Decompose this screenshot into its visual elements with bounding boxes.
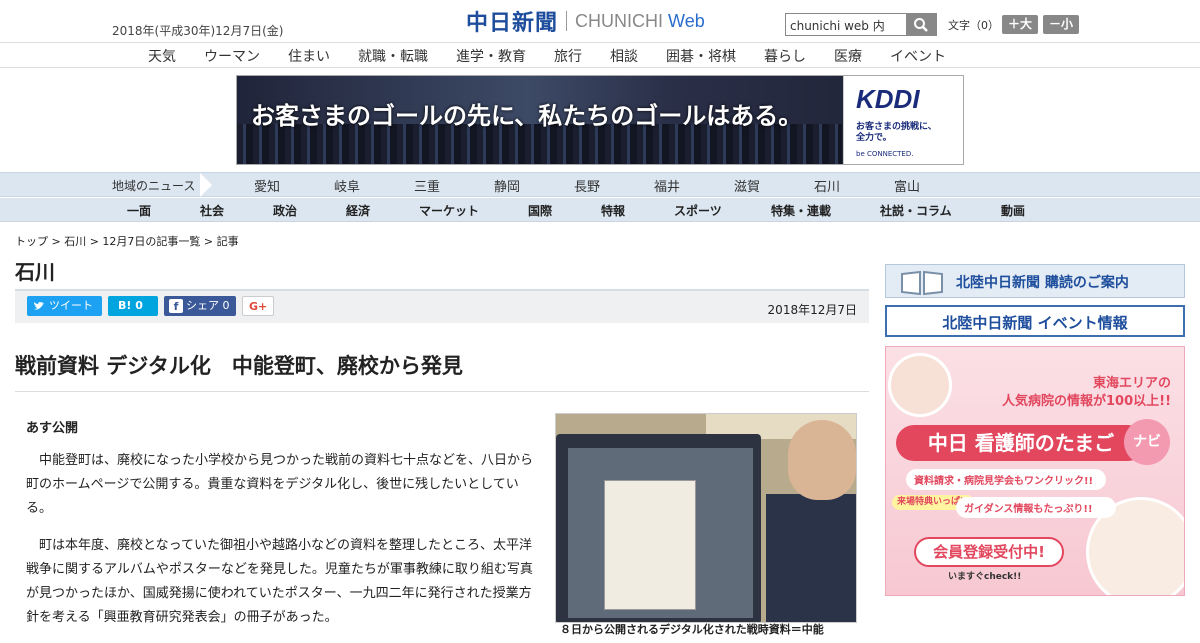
logo-divider — [566, 11, 568, 31]
ad-message: お客さまのゴールの先に、私たちのゴールはある。 — [251, 102, 803, 130]
region-item[interactable]: 長野 — [574, 176, 600, 195]
top-nav: 天気 ウーマン 住まい 就職・転職 進学・教育 旅行 相談 囲碁・将棋 暮らし … — [0, 42, 1200, 68]
nav-item[interactable]: 囲碁・将棋 — [666, 46, 736, 66]
search-input[interactable]: chunichi web 内 — [786, 14, 906, 35]
font-size-label: 文字（0） — [948, 19, 999, 32]
logo-jp: 中日新聞 — [466, 11, 559, 36]
twitter-icon — [34, 302, 44, 310]
events-banner[interactable]: 北陸中日新聞 イベント情報 — [885, 305, 1185, 337]
regional-nav: 地域のニュース 愛知 岐阜 三重 静岡 長野 福井 滋賀 石川 富山 — [0, 172, 1200, 197]
subscribe-banner[interactable]: 北陸中日新聞 購読のご案内 — [885, 264, 1185, 298]
region-item[interactable]: 富山 — [894, 176, 920, 195]
region-item[interactable]: 愛知 — [254, 176, 280, 195]
share-bar: ツイート B! 0 f シェア 0 G+ 2018年12月7日 — [15, 289, 869, 323]
section-title: 石川 — [15, 260, 55, 284]
article-date: 2018年12月7日 — [767, 303, 857, 317]
nurse-navi-banner[interactable]: 東海エリアの 人気病院の情報が100以上!! 中日 看護師のたまご ナビ 資料請求… — [885, 346, 1185, 596]
facebook-icon: f — [169, 299, 183, 313]
ad-sub: be CONNECTED. — [856, 150, 914, 158]
nav-item[interactable]: 暮らし — [764, 46, 806, 66]
category-item[interactable]: 一面 — [127, 202, 151, 219]
logo-en: CHUNICHI Web — [575, 10, 705, 31]
region-item[interactable]: 滋賀 — [734, 176, 760, 195]
header-date: 2018年(平成30年)12月7日(金) — [112, 24, 284, 38]
article-title: 戦前資料 デジタル化 中能登町、廃校から発見 — [15, 354, 463, 378]
article-lead: あす公開 — [26, 421, 79, 436]
category-item[interactable]: 政治 — [273, 202, 297, 219]
category-item[interactable]: 社説・コラム — [880, 202, 952, 219]
gplus-button[interactable]: G+ — [242, 296, 274, 316]
font-smaller-button[interactable]: －小 — [1043, 15, 1079, 34]
region-item[interactable]: 岐阜 — [334, 176, 360, 195]
photo-caption: ８日から公開されるデジタル化された戦時資料＝中能 — [560, 623, 824, 636]
arrow-icon — [200, 173, 212, 197]
font-larger-button[interactable]: ＋大 — [1002, 15, 1038, 34]
nav-item[interactable]: ウーマン — [204, 46, 260, 66]
banner-feature: ガイダンス情報もたっぷり!! — [956, 497, 1116, 518]
nav-item[interactable]: 進学・教育 — [456, 46, 526, 66]
nav-item[interactable]: イベント — [890, 46, 946, 66]
book-icon — [901, 270, 943, 296]
banner-headline: 東海エリアの 人気病院の情報が100以上!! — [1002, 376, 1171, 409]
logo-web: Web — [668, 10, 705, 31]
category-nav: 一面 社会 政治 経済 マーケット 国際 特報 スポーツ 特集・連載 社説・コラ… — [0, 198, 1200, 222]
article-paragraph: 町は本年度、廃校となっていた御祖小や越路小などの資料を整理したところ、太平洋戦争… — [26, 538, 533, 625]
facebook-share-button[interactable]: f シェア 0 — [164, 296, 236, 316]
region-item[interactable]: 静岡 — [494, 176, 520, 195]
site-search: chunichi web 内 — [785, 13, 937, 36]
kddi-banner-ad[interactable]: お客さまのゴールの先に、私たちのゴールはある。 KDDI お客さまの挑戦に、 全力… — [236, 75, 964, 165]
nurse-character-icon — [888, 353, 952, 417]
nav-item[interactable]: 住まい — [288, 46, 330, 66]
article-body: 中能登町は、廃校になった小学校から見つかった戦前の資料七十点などを、八日から町の… — [26, 449, 544, 643]
banner-title: 中日 看護師のたまご — [896, 425, 1146, 461]
breadcrumb[interactable]: トップ > 石川 > 12月7日の記事一覧 > 記事 — [15, 233, 239, 249]
nav-item[interactable]: 旅行 — [554, 46, 582, 66]
photo-document — [604, 480, 696, 610]
category-item[interactable]: 経済 — [346, 202, 370, 219]
photo-person-face — [788, 420, 856, 500]
navi-badge: ナビ — [1124, 419, 1170, 465]
ad-tagline: お客さまの挑戦に、 全力で。 — [856, 122, 937, 143]
nav-item[interactable]: 医療 — [834, 46, 862, 66]
photo-person-suit — [766, 494, 856, 622]
article-photo[interactable] — [555, 413, 857, 623]
events-label: 北陸中日新聞 イベント情報 — [942, 314, 1128, 332]
category-item[interactable]: 国際 — [528, 202, 552, 219]
category-item[interactable]: 動画 — [1001, 202, 1025, 219]
register-cta: 会員登録受付中! — [914, 537, 1064, 567]
hatena-button[interactable]: B! 0 — [108, 296, 158, 316]
site-logo[interactable]: 中日新聞 CHUNICHI Web — [466, 8, 705, 37]
kddi-logo: KDDI — [856, 84, 920, 114]
photo-monitor — [556, 434, 761, 622]
category-item[interactable]: マーケット — [419, 202, 479, 219]
tweet-button[interactable]: ツイート — [27, 296, 102, 316]
subscribe-label: 北陸中日新聞 購読のご案内 — [956, 275, 1129, 291]
category-item[interactable]: 社会 — [200, 202, 224, 219]
article-paragraph: 中能登町は、廃校になった小学校から見つかった戦前の資料七十点などを、八日から町の… — [26, 453, 534, 516]
ad-brand-panel: KDDI お客さまの挑戦に、 全力で。 be CONNECTED. — [843, 76, 963, 164]
regional-label: 地域のニュース — [112, 179, 196, 193]
nav-item[interactable]: 就職・転職 — [358, 46, 428, 66]
search-icon — [914, 17, 928, 32]
category-item[interactable]: 特報 — [601, 202, 625, 219]
search-button[interactable] — [906, 14, 936, 35]
facebook-label: シェア 0 — [186, 299, 230, 312]
site-header: 2018年(平成30年)12月7日(金) 中日新聞 CHUNICHI Web c… — [0, 0, 1200, 42]
region-item[interactable]: 石川 — [814, 176, 840, 195]
title-divider — [15, 391, 869, 392]
region-item[interactable]: 三重 — [414, 176, 440, 195]
category-item[interactable]: 特集・連載 — [771, 202, 831, 219]
tweet-label: ツイート — [49, 299, 93, 312]
nav-item[interactable]: 天気 — [148, 46, 176, 66]
region-item[interactable]: 福井 — [654, 176, 680, 195]
category-item[interactable]: スポーツ — [674, 202, 722, 219]
nav-item[interactable]: 相談 — [610, 46, 638, 66]
banner-feature: 資料請求・病院見学会もワンクリック!! — [906, 469, 1106, 490]
register-cta-sub: いますぐcheck!! — [948, 572, 1022, 582]
